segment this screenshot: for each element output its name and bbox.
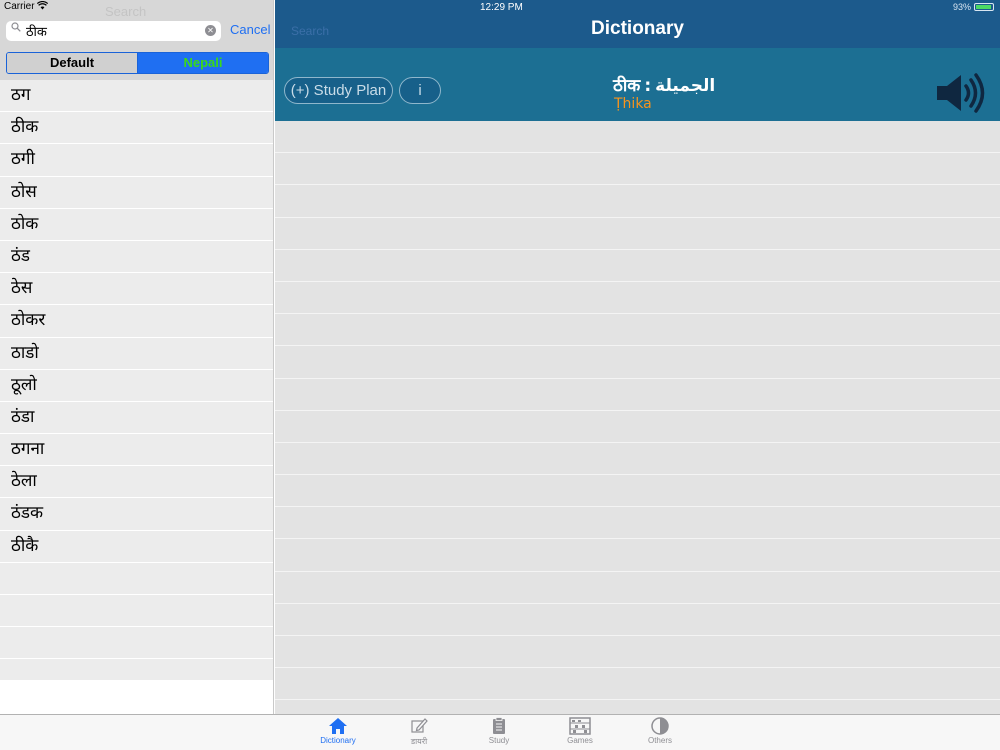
list-footer — [0, 680, 273, 714]
detail-row — [275, 411, 1000, 443]
detail-pane: 12:29 PM 93% Search Dictionary (+) Study… — [275, 0, 1000, 714]
headword-line: ठीक: الجميلة — [613, 73, 715, 96]
abacus-icon — [550, 717, 610, 735]
house-icon — [308, 717, 368, 735]
edit-icon — [389, 717, 449, 735]
detail-row — [275, 218, 1000, 250]
detail-row — [275, 282, 1000, 315]
word-list-item[interactable]: ठीक — [0, 112, 273, 145]
detail-row — [275, 507, 1000, 540]
word-list-item[interactable]: ठाडो — [0, 338, 273, 370]
search-header: Carrier Search ✕ Cancel Default Nepali — [0, 0, 273, 80]
detail-row — [275, 250, 1000, 282]
detail-row — [275, 314, 1000, 347]
search-icon — [11, 22, 21, 35]
detail-row — [275, 475, 1000, 508]
word-detail-header: (+) Study Plan i ठीक: الجميلة Ṭhika — [275, 48, 1000, 121]
tab-bar: Dictionary डायरी Study Games Others — [0, 714, 1000, 750]
cancel-button[interactable]: Cancel — [230, 22, 270, 37]
tab-others[interactable]: Others — [630, 717, 690, 745]
word-list-item[interactable]: ठगना — [0, 434, 273, 467]
language-segmented-control: Default Nepali — [6, 52, 269, 74]
wifi-icon — [36, 1, 49, 13]
word-list: ठग ठीक ठगी ठोस ठोक ठंड ठेस ठोकर ठाडो ठूलो ठंडा ठगना… — [0, 80, 273, 680]
tab-games[interactable]: Games — [550, 717, 610, 745]
word-list-item[interactable]: ठोस — [0, 177, 273, 209]
detail-row — [275, 121, 1000, 154]
tab-डायरी[interactable]: डायरी — [389, 717, 449, 747]
detail-row — [275, 379, 1000, 411]
word-list-item[interactable]: ठीकै — [0, 531, 273, 563]
half-circle-icon — [630, 717, 690, 735]
empty-list-row — [0, 627, 273, 660]
word-list-item[interactable]: ठंडक — [0, 498, 273, 531]
clipboard-icon — [469, 717, 529, 735]
word-list-item[interactable]: ठगी — [0, 144, 273, 177]
clear-search-icon[interactable]: ✕ — [205, 25, 216, 36]
speaker-icon[interactable] — [935, 72, 987, 114]
search-pane: Carrier Search ✕ Cancel Default Nepali ठ… — [0, 0, 274, 714]
translation: الجميلة — [655, 76, 716, 96]
tab-study[interactable]: Study — [469, 717, 529, 745]
word-list-item[interactable]: ठग — [0, 80, 273, 113]
tab-label: डायरी — [410, 737, 428, 746]
page-title: Dictionary — [591, 18, 684, 39]
detail-row — [275, 346, 1000, 379]
detail-row — [275, 604, 1000, 636]
status-time: 12:29 PM — [480, 2, 523, 13]
tab-label: Study — [488, 736, 510, 745]
detail-row — [275, 539, 1000, 572]
navigation-bar: 12:29 PM 93% Search Dictionary — [275, 0, 1000, 48]
tab-label: Games — [567, 736, 593, 745]
segment-nepali[interactable]: Nepali — [138, 53, 268, 73]
headword: ठीक — [613, 76, 641, 96]
segment-default[interactable]: Default — [7, 53, 138, 73]
battery-icon — [974, 3, 994, 11]
battery-indicator: 93% — [953, 2, 994, 12]
tab-label: Dictionary — [320, 736, 356, 745]
detail-row — [275, 153, 1000, 186]
detail-row — [275, 636, 1000, 669]
word-list-item[interactable]: ठोकर — [0, 305, 273, 338]
detail-content — [275, 121, 1000, 713]
battery-percent: 93% — [952, 2, 971, 12]
carrier-label: Carrier — [4, 1, 35, 12]
headword-separator: : — [644, 76, 652, 96]
empty-list-row — [0, 563, 273, 595]
empty-list-row — [0, 595, 273, 628]
detail-row — [275, 668, 1000, 701]
word-list-item[interactable]: ठेला — [0, 466, 273, 499]
word-list-item[interactable]: ठंड — [0, 241, 273, 274]
transliteration: Ṭhika — [614, 96, 652, 112]
tab-dictionary[interactable]: Dictionary — [308, 717, 368, 745]
info-button[interactable]: i — [399, 77, 441, 104]
detail-row — [275, 185, 1000, 218]
word-list-item[interactable]: ठंडा — [0, 402, 273, 435]
study-plan-button[interactable]: (+) Study Plan — [284, 77, 393, 104]
search-input[interactable] — [26, 22, 204, 40]
word-list-item[interactable]: ठूलो — [0, 370, 273, 402]
detail-row — [275, 572, 1000, 604]
tab-label: Others — [647, 736, 672, 745]
word-list-item[interactable]: ठोक — [0, 209, 273, 241]
word-list-item[interactable]: ठेस — [0, 273, 273, 306]
search-field[interactable]: ✕ — [6, 21, 221, 41]
detail-row — [275, 443, 1000, 476]
search-title-ghost: Search — [105, 4, 147, 19]
